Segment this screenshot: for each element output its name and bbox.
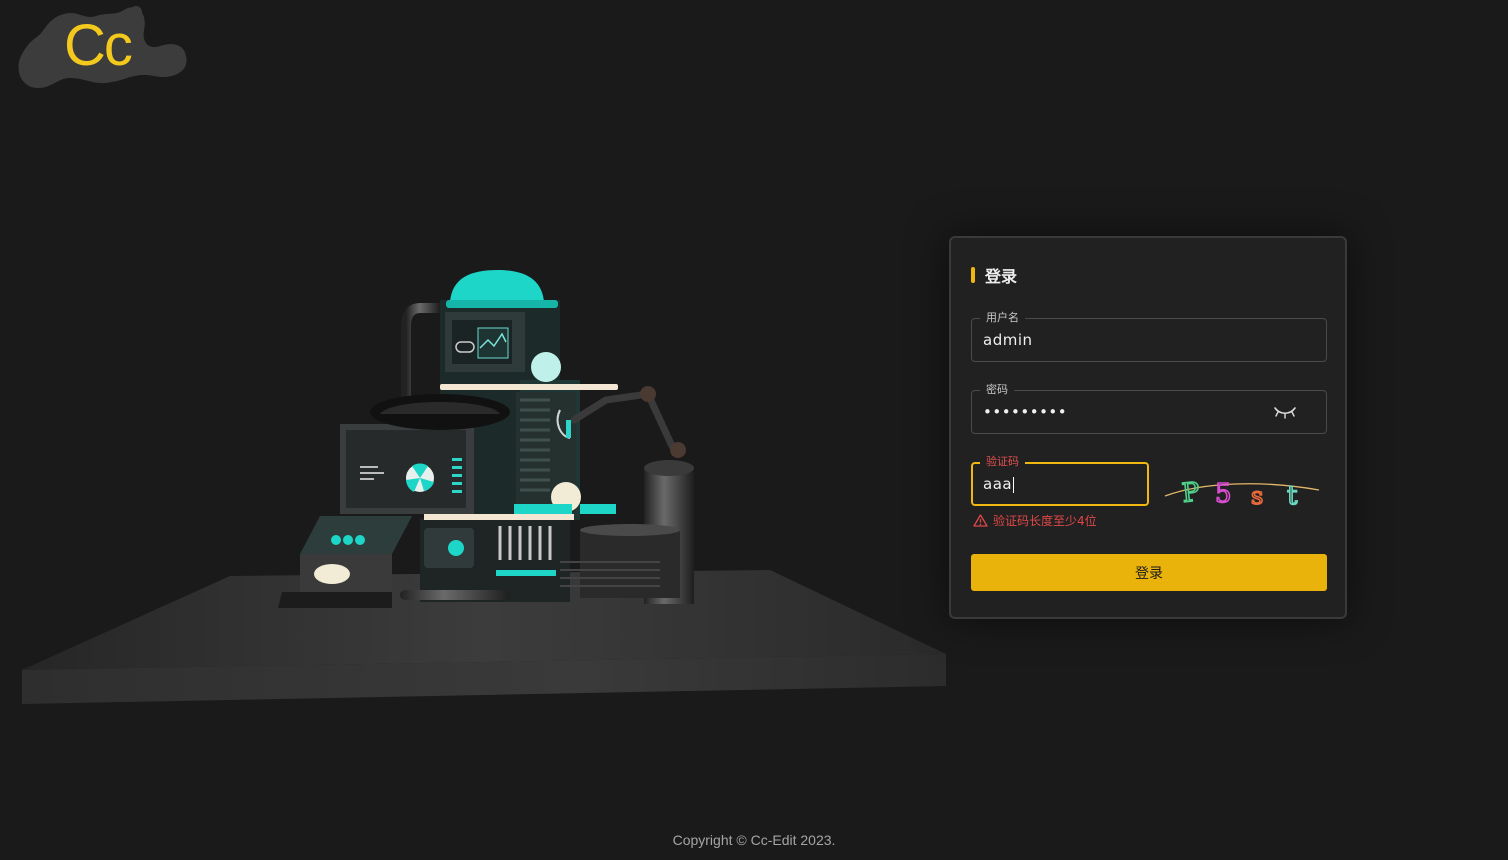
copyright-text: Copyright © Cc-Edit 2023. <box>672 832 836 848</box>
captcha-image[interactable]: P 5 s t <box>1163 466 1321 510</box>
eye-closed-icon[interactable] <box>1272 405 1298 419</box>
login-title-text: 登录 <box>985 267 1018 286</box>
username-field[interactable]: 用户名 admin <box>971 310 1327 362</box>
captcha-error: 验证码长度至少4位 <box>973 512 1097 529</box>
username-input[interactable]: admin <box>983 319 1033 361</box>
captcha-error-text: 验证码长度至少4位 <box>993 514 1097 528</box>
warning-icon <box>973 514 988 527</box>
factory-illustration <box>22 270 946 704</box>
captcha-input-text: aaa <box>983 475 1013 493</box>
login-page: Cc 登录 用户名 admin 密码 ••••••••• 验证码 aaa P 5… <box>0 0 1508 860</box>
login-button[interactable]: 登录 <box>971 554 1327 591</box>
password-field[interactable]: 密码 ••••••••• <box>971 382 1327 434</box>
captcha-field[interactable]: 验证码 aaa <box>971 454 1149 506</box>
logo: Cc <box>8 2 190 94</box>
password-input[interactable]: ••••••••• <box>983 391 1067 433</box>
captcha-char-1: P <box>1181 477 1202 509</box>
captcha-char-4: t <box>1287 481 1298 510</box>
text-caret <box>1013 476 1015 493</box>
login-card: 登录 用户名 admin 密码 ••••••••• 验证码 aaa P 5 s <box>949 236 1347 619</box>
captcha-input[interactable]: aaa <box>983 463 1015 505</box>
captcha-char-3: s <box>1251 482 1263 510</box>
captcha-char-2: 5 <box>1215 479 1232 509</box>
login-title: 登录 <box>971 264 1017 286</box>
logo-text: Cc <box>64 13 133 78</box>
title-accent-bar <box>971 267 975 283</box>
